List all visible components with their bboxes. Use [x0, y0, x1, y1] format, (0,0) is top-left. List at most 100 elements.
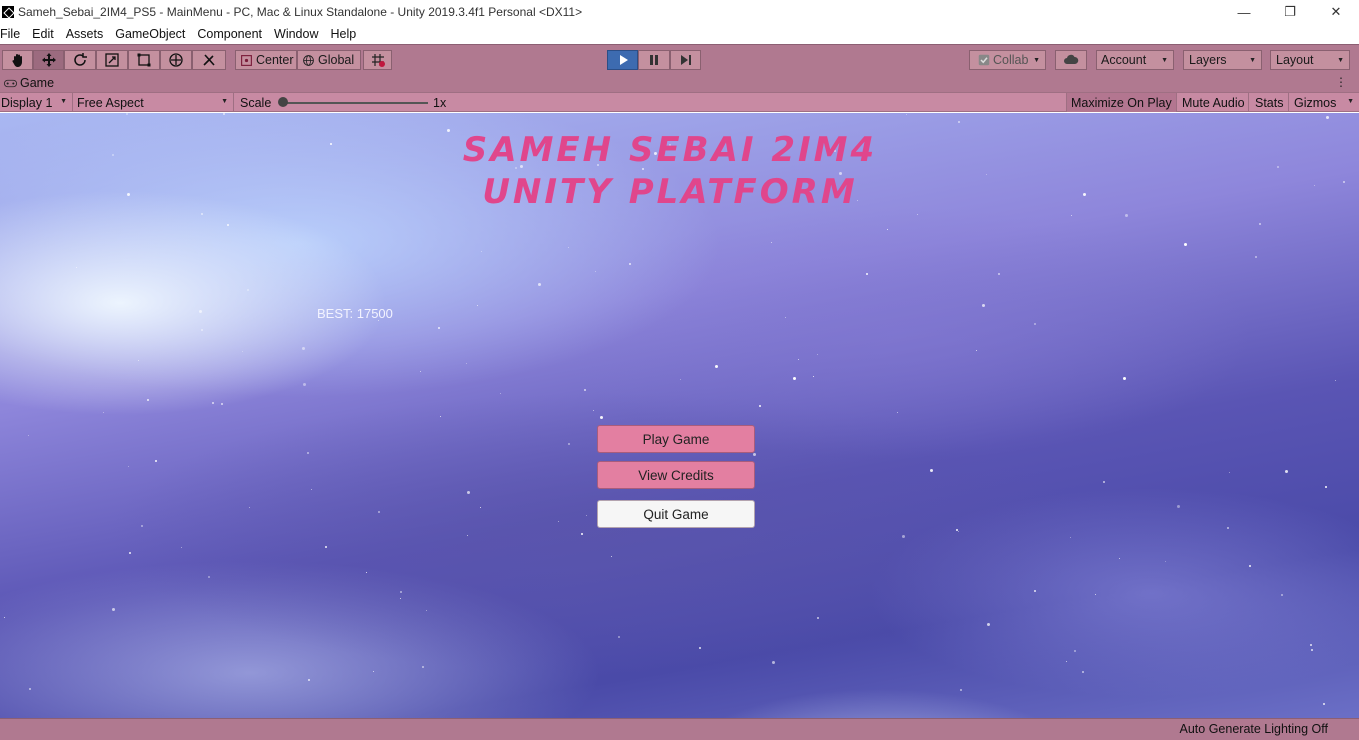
star [699, 647, 701, 649]
maximize-button[interactable]: ❐ [1267, 0, 1313, 24]
star [1103, 481, 1105, 483]
star [715, 365, 718, 368]
menu-assets[interactable]: Assets [60, 27, 110, 41]
star [201, 329, 203, 331]
status-bar: Auto Generate Lighting Off [0, 718, 1359, 740]
star [307, 452, 309, 454]
star [129, 552, 131, 554]
star [998, 273, 1000, 275]
star [303, 383, 306, 386]
aspect-dropdown[interactable]: Free Aspect [73, 93, 234, 112]
step-button[interactable] [670, 50, 701, 70]
star [227, 224, 229, 226]
unity-logo-icon [2, 6, 14, 18]
star [330, 143, 332, 145]
move-arrows-icon [41, 53, 56, 67]
star [481, 251, 482, 252]
star [199, 310, 202, 313]
rotate-tool-button[interactable] [64, 50, 96, 70]
game-tab[interactable]: Game [4, 76, 54, 90]
rotate-icon [74, 53, 87, 66]
star [960, 689, 962, 691]
main-toolbar: Center Global Collab Account Layers Layo… [0, 44, 1359, 74]
star [128, 466, 129, 467]
star [987, 623, 990, 626]
check-icon [978, 54, 990, 66]
star [753, 453, 756, 456]
display-dropdown[interactable]: Display 1 [0, 93, 73, 112]
transform-tool-button[interactable] [160, 50, 192, 70]
star [1095, 594, 1096, 595]
view-credits-button[interactable]: View Credits [597, 461, 755, 489]
star [866, 273, 868, 275]
snap-grid-button[interactable] [363, 50, 392, 70]
scale-tool-button[interactable] [96, 50, 128, 70]
star [466, 363, 467, 364]
star [1259, 223, 1261, 225]
window-controls: — ❐ ✕ [1221, 0, 1359, 24]
star [611, 556, 612, 557]
menu-component[interactable]: Component [191, 27, 268, 41]
star [147, 399, 149, 401]
menu-bar: File Edit Assets GameObject Component Wi… [0, 24, 1359, 44]
star [595, 271, 596, 272]
star [426, 610, 427, 611]
account-label: Account [1101, 53, 1147, 67]
close-button[interactable]: ✕ [1313, 0, 1359, 24]
rect-transform-icon [137, 53, 151, 67]
scale-slider-handle[interactable] [278, 97, 288, 107]
pivot-center-button[interactable]: Center [235, 50, 297, 70]
game-title: SAMEH SEBAI 2IM4 UNITY PLATFORM [360, 129, 980, 213]
play-button[interactable] [607, 50, 638, 70]
star [976, 350, 977, 351]
rect-tool-button[interactable] [128, 50, 160, 70]
layout-dropdown[interactable]: Layout [1270, 50, 1350, 70]
account-dropdown[interactable]: Account [1096, 50, 1174, 70]
minimize-button[interactable]: — [1221, 0, 1267, 24]
move-tool-button[interactable] [33, 50, 64, 70]
cloud-button[interactable] [1055, 50, 1087, 70]
layers-dropdown[interactable]: Layers [1183, 50, 1262, 70]
star [680, 379, 681, 380]
collab-dropdown[interactable]: Collab [969, 50, 1046, 70]
star [1070, 537, 1071, 538]
pivot-icon [241, 54, 252, 66]
star [422, 666, 424, 668]
star [201, 213, 203, 215]
star [302, 347, 305, 350]
star [1082, 671, 1084, 673]
play-icon [619, 55, 628, 65]
pause-button[interactable] [638, 50, 670, 70]
star [208, 576, 210, 578]
star [366, 572, 367, 573]
star [897, 412, 898, 413]
title-line-1: SAMEH SEBAI 2IM4 [462, 130, 878, 170]
scale-slider-track[interactable] [285, 102, 428, 104]
maximize-on-play-toggle[interactable]: Maximize On Play [1066, 93, 1177, 112]
mute-audio-toggle[interactable]: Mute Audio [1177, 93, 1249, 112]
menu-gameobject[interactable]: GameObject [109, 27, 191, 41]
hand-tool-button[interactable] [2, 50, 33, 70]
menu-window[interactable]: Window [268, 27, 324, 41]
play-game-button[interactable]: Play Game [597, 425, 755, 453]
menu-help[interactable]: Help [324, 27, 362, 41]
star [103, 412, 104, 413]
star [1229, 472, 1230, 473]
star [1255, 256, 1257, 258]
menu-file[interactable]: File [0, 27, 26, 41]
star [420, 371, 421, 372]
stats-toggle[interactable]: Stats [1249, 93, 1289, 112]
star [400, 591, 402, 593]
gamepad-icon [4, 79, 17, 87]
pivot-global-button[interactable]: Global [297, 50, 361, 70]
gizmos-dropdown[interactable]: Gizmos [1289, 93, 1359, 112]
tab-menu-icon[interactable]: ⋮ [1335, 75, 1347, 89]
title-line-2: UNITY PLATFORM [482, 172, 858, 212]
game-view[interactable]: SAMEH SEBAI 2IM4 UNITY PLATFORM BEST: 17… [0, 113, 1359, 718]
menu-edit[interactable]: Edit [26, 27, 60, 41]
game-tab-header: Game ⋮ [0, 74, 1359, 92]
pause-icon [650, 55, 658, 65]
star [308, 679, 310, 681]
quit-game-button[interactable]: Quit Game [597, 500, 755, 528]
custom-tool-button[interactable] [192, 50, 226, 70]
